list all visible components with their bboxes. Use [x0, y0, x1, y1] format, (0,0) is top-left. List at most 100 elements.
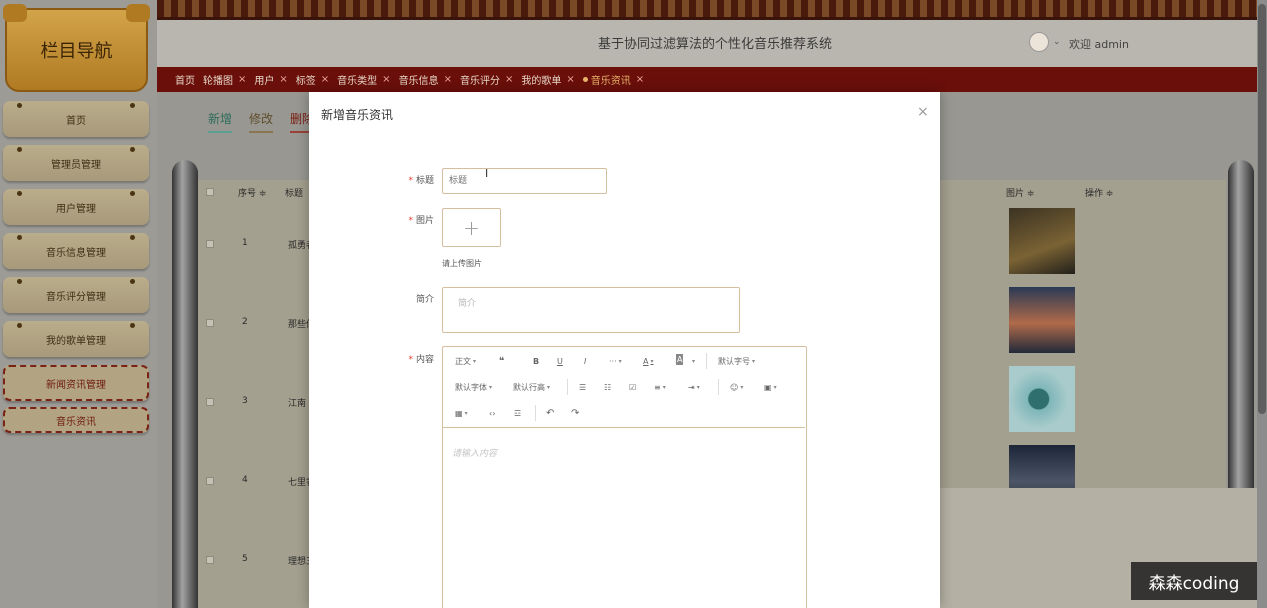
close-icon[interactable]: ×: [382, 74, 390, 85]
tab-label: 音乐评分: [459, 76, 500, 87]
sidebar-header-ornament-right: [126, 4, 150, 22]
column-header-image[interactable]: 图片 ≑: [1006, 186, 1034, 199]
toolbar-separator: [567, 379, 568, 395]
sidebar-item-label: 首页: [66, 115, 86, 127]
tab-label: 我的歌单: [521, 76, 562, 87]
row-checkbox[interactable]: [206, 398, 214, 406]
album-thumbnail: [1009, 208, 1075, 274]
close-icon[interactable]: ×: [321, 74, 329, 85]
close-icon[interactable]: ×: [917, 104, 929, 120]
rich-text-editor[interactable]: 正文 ▾ ❝ B U I ··· ▾ A ▾ A ▾ 默认字号 ▾ 默认字体 ▾ 默认行高…: [442, 346, 807, 608]
sidebar-item-home[interactable]: 首页: [3, 101, 149, 137]
underline-icon[interactable]: U: [557, 354, 563, 368]
column-header-title: 标题: [285, 189, 304, 199]
tab-playlist[interactable]: 我的歌单 ×: [521, 72, 574, 87]
sidebar-item-playlist[interactable]: 我的歌单管理: [3, 321, 149, 357]
tab-tags[interactable]: 标签 ×: [296, 72, 329, 87]
sidebar-item-music-rating[interactable]: 音乐评分管理: [3, 277, 149, 313]
background-color-icon[interactable]: A: [676, 354, 684, 365]
table-icon[interactable]: ▦ ▾: [455, 406, 468, 420]
tab-music-info[interactable]: 音乐信息 ×: [399, 72, 452, 87]
close-icon[interactable]: ×: [279, 74, 287, 85]
numbered-list-icon[interactable]: ☷: [604, 380, 611, 394]
column-header-ops[interactable]: 操作 ≑: [1085, 186, 1113, 199]
tab-label: 轮播图: [203, 76, 233, 87]
row-checkbox[interactable]: [206, 556, 214, 564]
sidebar-item-users[interactable]: 用户管理: [3, 189, 149, 225]
undo-icon[interactable]: ↶: [546, 406, 554, 420]
bullet-list-icon[interactable]: ☰: [579, 380, 586, 394]
avatar[interactable]: [1029, 32, 1049, 52]
sidebar-item-news[interactable]: 新闻资讯管理: [3, 365, 149, 401]
redo-icon[interactable]: ↷: [571, 406, 579, 420]
close-icon[interactable]: ×: [444, 74, 452, 85]
tab-label: 用户: [254, 76, 275, 87]
italic-icon[interactable]: I: [584, 354, 586, 368]
chevron-down-icon[interactable]: ⌄: [1053, 37, 1061, 47]
select-all-checkbox[interactable]: [206, 188, 214, 196]
row-checkbox[interactable]: [206, 319, 214, 327]
sidebar-title: 栏目导航: [40, 41, 113, 62]
indent-icon[interactable]: ⇥ ▾: [688, 380, 700, 394]
align-icon[interactable]: ≡ ▾: [654, 380, 666, 394]
code-icon[interactable]: ‹›: [489, 406, 495, 420]
tab-carousel[interactable]: 轮播图 ×: [203, 72, 246, 87]
title-label: * 标题: [408, 176, 434, 186]
sidebar-item-label: 管理员管理: [51, 159, 101, 171]
row-checkbox[interactable]: [206, 477, 214, 485]
tab-users[interactable]: 用户 ×: [254, 72, 287, 87]
edit-button[interactable]: 修改: [249, 110, 274, 133]
tab-label: 音乐资讯: [590, 76, 631, 87]
editor-placeholder: 请输入内容: [452, 449, 498, 459]
active-dot-icon: [582, 77, 588, 82]
sidebar-item-admin[interactable]: 管理员管理: [3, 145, 149, 181]
required-mark: *: [408, 176, 413, 186]
sidebar-item-label: 音乐资讯: [56, 416, 96, 428]
text-cursor-icon: I: [485, 167, 489, 180]
column-header-num[interactable]: 序号 ≑: [238, 186, 266, 199]
todo-list-icon[interactable]: ☑: [629, 380, 636, 394]
image-insert-icon[interactable]: ▣ ▾: [764, 380, 777, 394]
tab-music-news[interactable]: 音乐资讯 ×: [582, 72, 644, 87]
row-num: 5: [242, 554, 248, 564]
divider-icon[interactable]: ☲: [514, 406, 521, 420]
intro-textarea[interactable]: 简介: [442, 287, 740, 333]
pillar-left: [172, 160, 198, 608]
album-thumbnail: [1009, 366, 1075, 432]
line-height-select[interactable]: 默认行高 ▾: [513, 380, 550, 394]
tab-music-type[interactable]: 音乐类型 ×: [337, 72, 390, 87]
tab-music-rating[interactable]: 音乐评分 ×: [460, 72, 513, 87]
toolbar-separator: [535, 405, 536, 421]
font-family-select[interactable]: 默认字体 ▾: [455, 380, 492, 394]
row-num: 3: [242, 396, 248, 406]
sidebar-item-music-info[interactable]: 音乐信息管理: [3, 233, 149, 269]
sidebar-item-label: 新闻资讯管理: [46, 379, 106, 391]
bold-icon[interactable]: B: [533, 354, 539, 368]
font-size-select[interactable]: 默认字号 ▾: [718, 354, 755, 368]
row-num: 2: [242, 317, 248, 327]
paragraph-format-select[interactable]: 正文 ▾: [455, 354, 476, 368]
font-color-icon[interactable]: A ▾: [643, 354, 654, 368]
image-upload-button[interactable]: +: [442, 208, 501, 247]
close-icon[interactable]: ×: [238, 74, 246, 85]
intro-placeholder: 简介: [458, 299, 477, 309]
add-music-news-dialog: 新增音乐资讯 × *标题 I *图片 + 请上传图片 简介 简介 *内容 正文▾…: [309, 92, 940, 608]
emoji-icon[interactable]: ☺ ▾: [730, 380, 743, 394]
add-button[interactable]: 新增: [208, 110, 233, 133]
close-icon[interactable]: ×: [505, 74, 513, 85]
tab-label: 标签: [295, 76, 316, 87]
title-input[interactable]: [442, 168, 607, 194]
tab-home[interactable]: 首页: [175, 72, 195, 87]
editor-toolbar: 正文 ▾ ❝ B U I ··· ▾ A ▾ A ▾ 默认字号 ▾ 默认字体 ▾ 默认行高…: [443, 347, 805, 428]
chevron-down-icon[interactable]: ▾: [690, 354, 695, 368]
sidebar-subitem-music-news[interactable]: 音乐资讯: [3, 407, 149, 433]
scrollbar-thumb[interactable]: [1258, 4, 1266, 414]
toolbar-separator: [706, 353, 707, 369]
quote-icon[interactable]: ❝: [499, 354, 504, 368]
more-icon[interactable]: ··· ▾: [609, 354, 622, 368]
tab-label: 音乐信息: [398, 76, 439, 87]
close-icon[interactable]: ×: [566, 74, 574, 85]
close-icon[interactable]: ×: [636, 74, 644, 85]
row-num: 4: [242, 475, 248, 485]
row-checkbox[interactable]: [206, 240, 214, 248]
